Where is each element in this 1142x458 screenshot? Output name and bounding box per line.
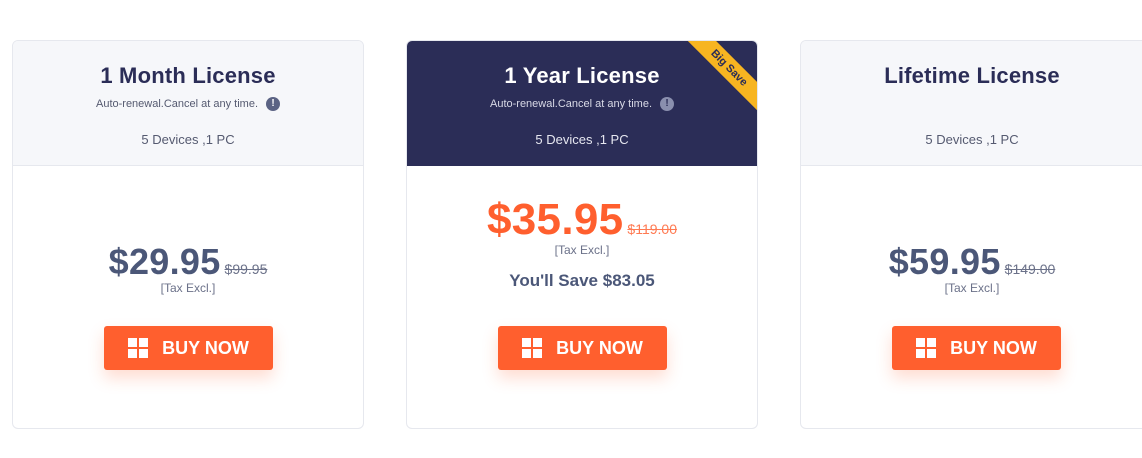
plan-header: Lifetime License 5 Devices ,1 PC bbox=[801, 41, 1142, 166]
plan-header: 1 Month License Auto-renewal.Cancel at a… bbox=[13, 41, 363, 166]
plan-note: Auto-renewal.Cancel at any time. ! bbox=[13, 97, 363, 111]
windows-icon bbox=[522, 338, 543, 358]
pricing-section: 1 Month License Auto-renewal.Cancel at a… bbox=[0, 0, 1142, 458]
plan-title: Lifetime License bbox=[884, 63, 1060, 88]
tax-note: [Tax Excl.] bbox=[160, 281, 216, 295]
windows-icon bbox=[128, 338, 149, 358]
info-icon[interactable]: ! bbox=[660, 97, 675, 111]
buy-now-button[interactable]: BUY NOW bbox=[892, 326, 1061, 370]
buy-now-label: BUY NOW bbox=[162, 337, 249, 358]
buy-now-label: BUY NOW bbox=[950, 337, 1037, 358]
buy-now-button[interactable]: BUY NOW bbox=[498, 326, 667, 370]
plan-devices: 5 Devices ,1 PC bbox=[535, 132, 629, 147]
original-price: $119.00 bbox=[627, 221, 677, 237]
current-price: $59.95 bbox=[888, 241, 1001, 282]
info-icon[interactable]: ! bbox=[266, 97, 281, 111]
plan-header: Big Save 1 Year License Auto-renewal.Can… bbox=[407, 41, 757, 166]
tax-note: [Tax Excl.] bbox=[554, 243, 610, 257]
current-price: $29.95 bbox=[108, 241, 221, 282]
auto-renewal-note: Auto-renewal.Cancel at any time. bbox=[95, 98, 259, 110]
windows-icon bbox=[916, 338, 937, 358]
price-line: $29.95 $99.95 bbox=[13, 241, 363, 283]
price-line: $35.95 $119.00 bbox=[407, 195, 757, 245]
buy-now-button[interactable]: BUY NOW bbox=[104, 326, 273, 370]
buy-now-label: BUY NOW bbox=[556, 337, 643, 358]
price-block: $59.95 $149.00 [Tax Excl.] bbox=[801, 241, 1142, 295]
plan-card-lifetime: Lifetime License 5 Devices ,1 PC $59.95 … bbox=[800, 40, 1142, 429]
plan-devices: 5 Devices ,1 PC bbox=[141, 132, 235, 147]
plan-card-1-month: 1 Month License Auto-renewal.Cancel at a… bbox=[12, 40, 364, 429]
tax-note: [Tax Excl.] bbox=[944, 281, 1000, 295]
plan-title: 1 Month License bbox=[100, 63, 276, 88]
original-price: $99.95 bbox=[224, 261, 268, 277]
plan-devices: 5 Devices ,1 PC bbox=[925, 132, 1019, 147]
price-line: $59.95 $149.00 bbox=[801, 241, 1142, 283]
current-price: $35.95 bbox=[487, 195, 624, 244]
auto-renewal-note: Auto-renewal.Cancel at any time. bbox=[489, 98, 653, 110]
plan-title: 1 Year License bbox=[504, 63, 660, 88]
plan-note: Auto-renewal.Cancel at any time. ! bbox=[407, 97, 757, 111]
plan-card-1-year: Big Save 1 Year License Auto-renewal.Can… bbox=[406, 40, 758, 429]
price-block: $35.95 $119.00 [Tax Excl.] You'll Save $… bbox=[407, 195, 757, 291]
price-block: $29.95 $99.95 [Tax Excl.] bbox=[13, 241, 363, 295]
original-price: $149.00 bbox=[1004, 261, 1056, 277]
savings-text: You'll Save $83.05 bbox=[509, 271, 655, 290]
